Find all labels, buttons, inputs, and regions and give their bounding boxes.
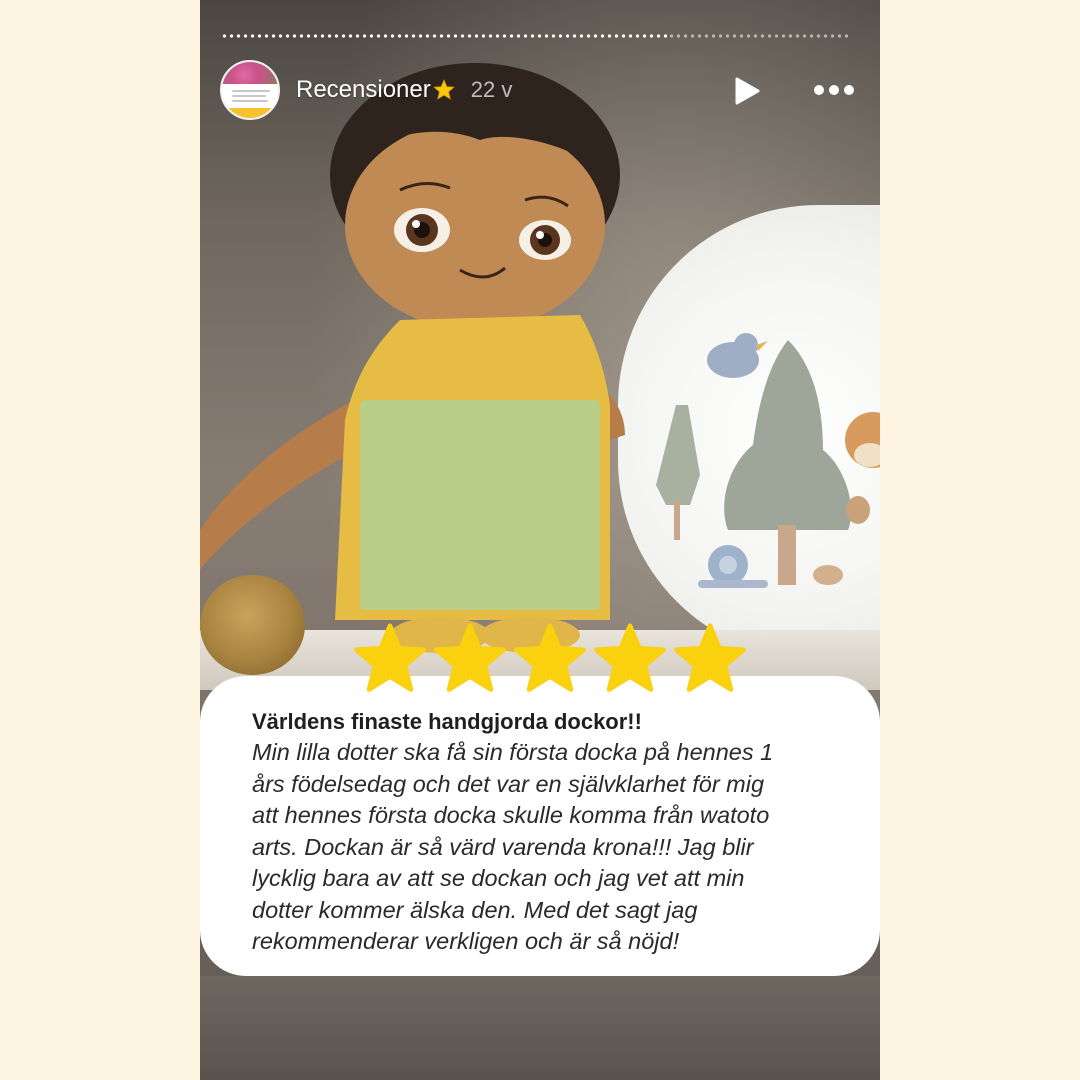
- avatar[interactable]: [220, 60, 280, 120]
- rating-star-icon: [354, 623, 426, 692]
- doll-photo: [200, 63, 625, 653]
- review-line: rekommenderar verkligen och är så nöjd!: [252, 928, 680, 954]
- review-line: lycklig bara av att se dockan och jag ve…: [252, 865, 745, 891]
- rating-star-icon: [594, 623, 666, 692]
- review-line: års födelsedag och det var en självklarh…: [252, 770, 765, 797]
- story-age: 22 v: [470, 77, 513, 102]
- review-line: Min lilla dotter ska få sin första docka…: [252, 739, 774, 765]
- review-line: att hennes första docka skulle komma frå…: [252, 802, 770, 828]
- review-card: Världens finaste handgjorda dockor!! Min…: [200, 676, 880, 976]
- account-name[interactable]: Recensioner: [296, 76, 431, 104]
- more-icon[interactable]: [814, 82, 854, 98]
- progress-elapsed: [221, 34, 668, 38]
- story-viewer[interactable]: Recensioner 22 v Världens finaste handgj…: [200, 0, 880, 1080]
- photo-bottom: [200, 976, 880, 1080]
- review-line: arts. Dockan är så värd varenda krona!!!…: [252, 833, 754, 860]
- story-header: Recensioner 22 v: [220, 60, 860, 120]
- star-rating: [352, 622, 748, 698]
- star-emoji-icon: [432, 79, 455, 100]
- review-line: dotter kommer älska den. Med det sagt ja…: [252, 896, 698, 923]
- rating-star-icon: [434, 623, 506, 692]
- progress-remaining: [668, 34, 851, 38]
- review-body: Min lilla dotter ska få sin första docka…: [252, 737, 842, 958]
- play-icon[interactable]: [734, 77, 760, 105]
- review-title: Världens finaste handgjorda dockor!!: [252, 709, 642, 734]
- rating-star-icon: [514, 623, 586, 692]
- story-progress-bar: [221, 34, 851, 38]
- rating-star-icon: [674, 623, 746, 692]
